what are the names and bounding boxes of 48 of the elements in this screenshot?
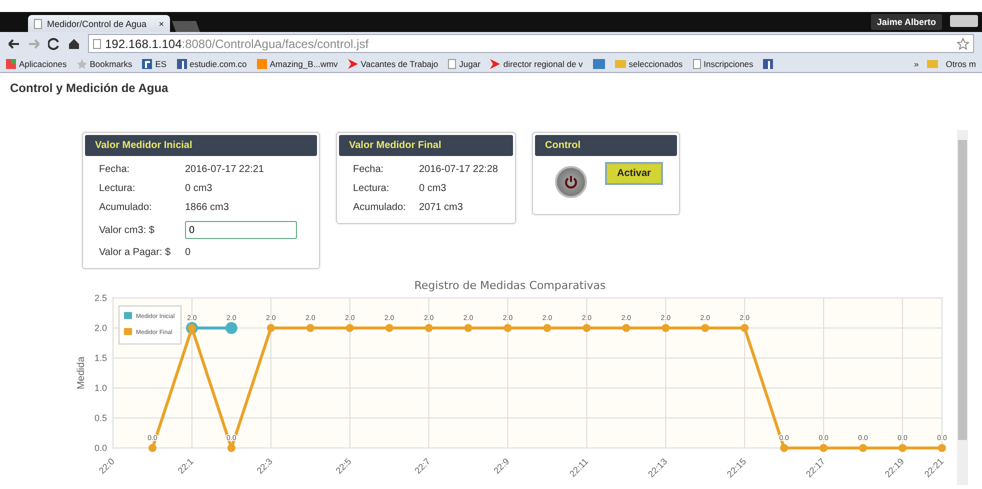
- address-bar[interactable]: 192.168.1.104:8080/ControlAgua/faces/control.jsf: [88, 34, 974, 53]
- bookmark-link[interactable]: ES: [155, 58, 167, 68]
- y-tick-label: 0.5: [94, 413, 107, 423]
- bookmark-link[interactable]: Bookmarks: [90, 58, 132, 68]
- field-value: 1866 cm3: [185, 202, 230, 213]
- bookmark-link[interactable]: Inscripciones: [704, 58, 754, 68]
- bookmark-link[interactable]: Otros m: [946, 58, 976, 68]
- field-value: 0 cm3: [419, 183, 448, 194]
- field-label: Fecha:: [353, 164, 385, 175]
- field-value: 2016-07-17 22:28: [419, 164, 499, 175]
- url-text: 192.168.1.104:8080/ControlAgua/faces/control.jsf: [105, 36, 369, 50]
- y-tick-label: 2.5: [94, 293, 107, 303]
- activate-button[interactable]: Activar: [605, 162, 663, 185]
- bookmark-link[interactable]: Aplicaciones: [19, 58, 67, 68]
- y-tick-label: 0.0: [94, 443, 107, 453]
- tab-title: Medidor/Control de Agua: [47, 18, 147, 28]
- panel-header: Control: [535, 135, 677, 156]
- field-label: Valor cm3: $: [99, 224, 156, 236]
- field-label: Fecha:: [99, 164, 131, 175]
- panel-header: Valor Medidor Final: [339, 135, 513, 156]
- chart-title: Registro de Medidas Comparativas: [414, 279, 606, 292]
- field-value: 0: [185, 247, 192, 258]
- field-label: Acumulado:: [99, 202, 153, 213]
- more-bookmarks-button[interactable]: »: [914, 58, 919, 68]
- bookmark-link[interactable]: director regional de v: [503, 58, 583, 68]
- browser-tab[interactable]: Medidor/Control de Agua ×: [28, 15, 170, 32]
- field-label: Acumulado:: [353, 202, 407, 213]
- close-icon[interactable]: ×: [158, 18, 164, 28]
- field-label: Valor a Pagar: $: [99, 247, 172, 258]
- input-field[interactable]: 0: [185, 221, 297, 239]
- field-value: 2016-07-17 22:21: [185, 164, 265, 175]
- y-tick-label: 1.5: [94, 353, 107, 363]
- user-name[interactable]: Jaime Alberto: [870, 14, 942, 30]
- page-title: Control y Medición de Agua: [9, 80, 170, 95]
- field-value: 0 cm3: [185, 183, 214, 194]
- y-tick-label: 2.0: [94, 323, 107, 333]
- bookmark-link[interactable]: Jugar: [459, 58, 480, 68]
- field-value: 2071 cm3: [419, 202, 464, 213]
- y-axis-label: Medida: [76, 356, 87, 390]
- bookmark-link[interactable]: Vacantes de Trabajo: [360, 58, 438, 68]
- field-label: Lectura:: [353, 183, 390, 194]
- y-tick-label: 1.0: [94, 383, 107, 393]
- bookmark-link[interactable]: estudie.com.co: [190, 58, 247, 68]
- bookmark-link[interactable]: seleccionados: [628, 58, 683, 68]
- panel-header: Valor Medidor Inicial: [85, 135, 317, 156]
- field-label: Lectura:: [99, 183, 136, 194]
- bookmark-link[interactable]: Amazing_B...wmv: [270, 58, 338, 68]
- x-tick-label: 22:1: [176, 456, 196, 476]
